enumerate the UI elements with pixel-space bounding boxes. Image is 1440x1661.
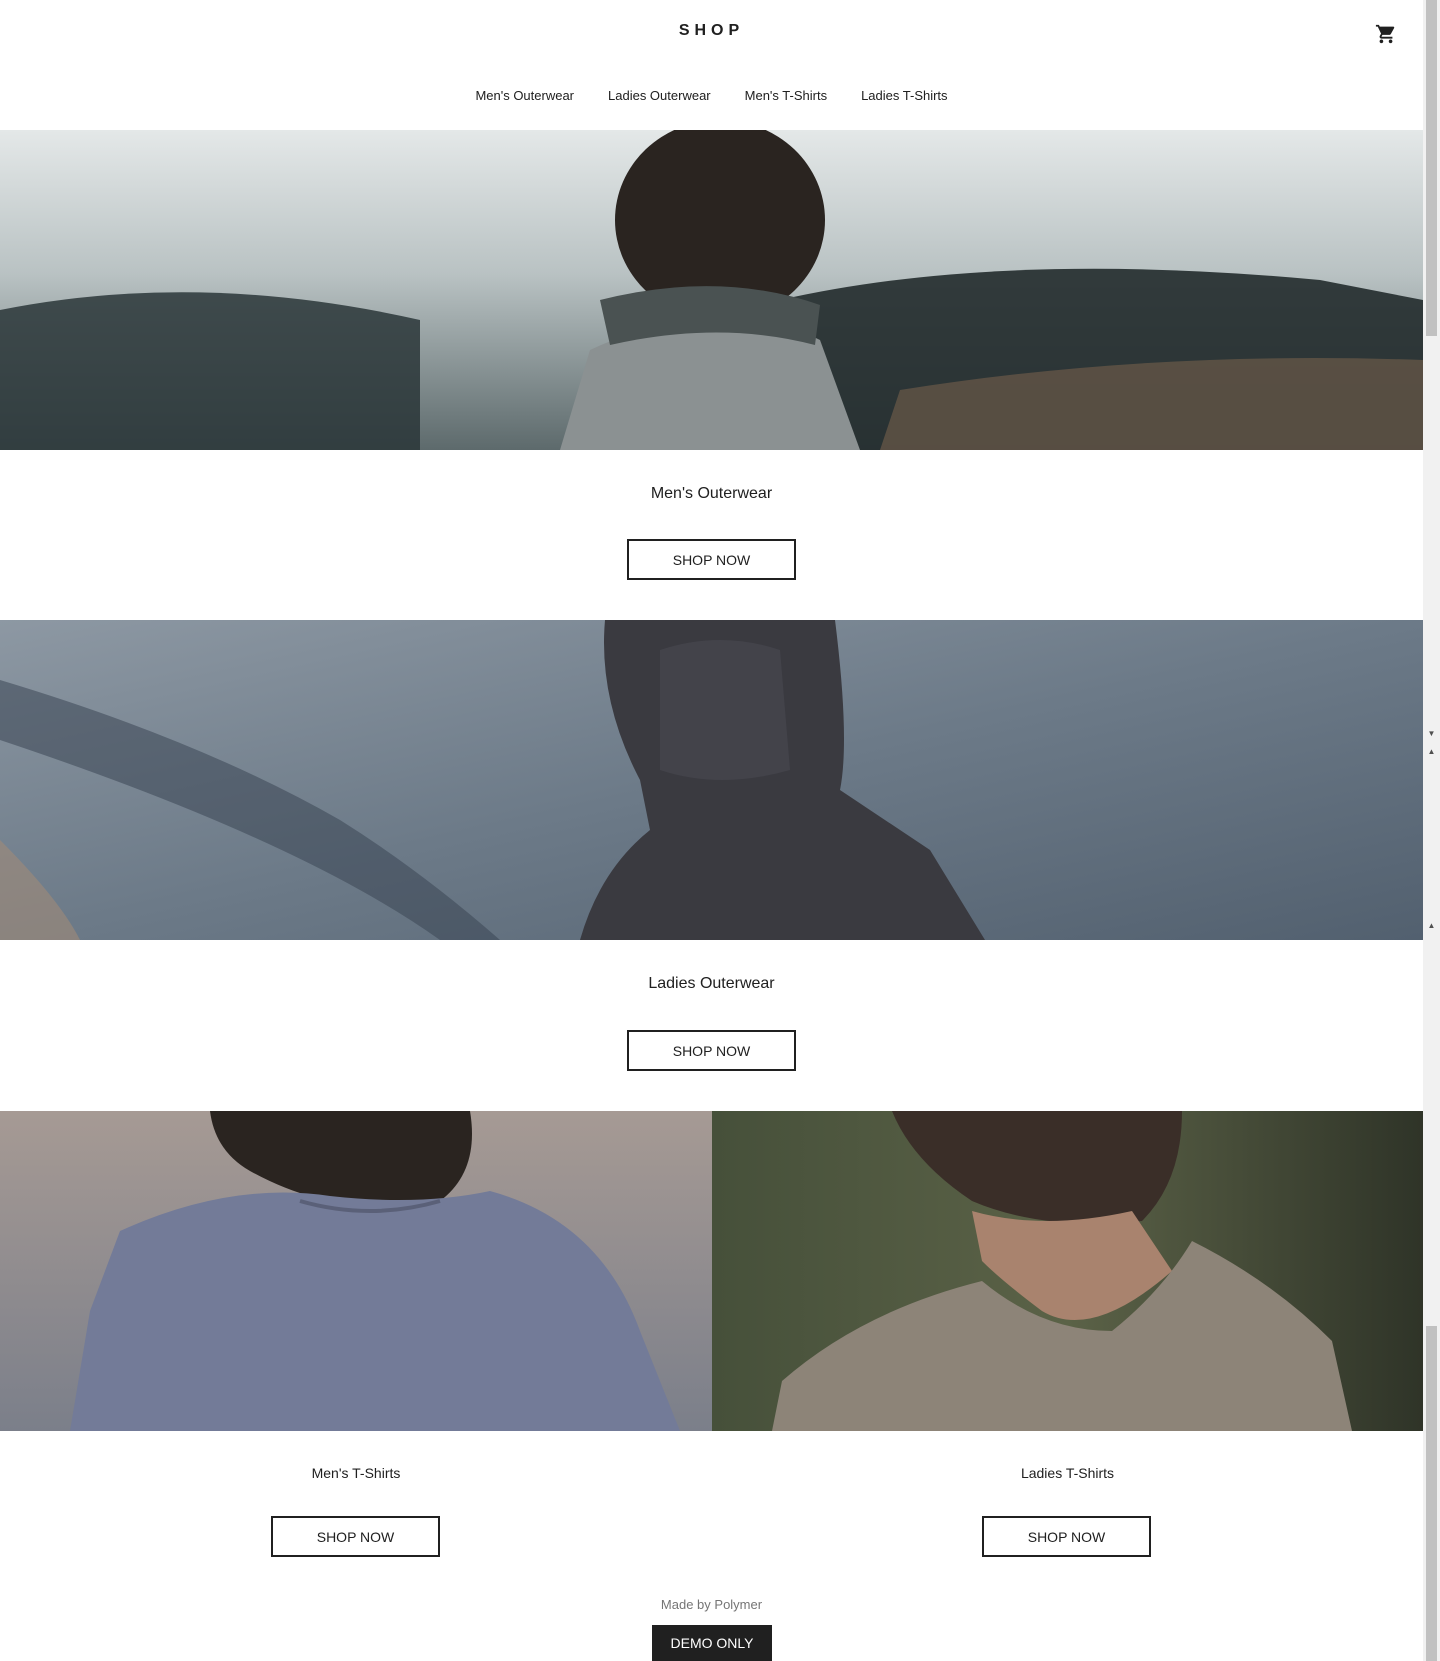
- ladies-tshirts-image[interactable]: [712, 1111, 1423, 1431]
- demo-only-badge: DEMO ONLY: [652, 1625, 772, 1661]
- ladies-outerwear-image[interactable]: [0, 620, 1423, 940]
- made-by-text[interactable]: Made by Polymer: [0, 1597, 1423, 1612]
- shop-now-button[interactable]: SHOP NOW: [982, 1516, 1151, 1557]
- cart-icon: [1375, 24, 1395, 44]
- shop-home-page: SHOP Men's Outerwear Ladies Outerwear Me…: [0, 0, 1423, 1661]
- mens-tshirts-image[interactable]: [0, 1111, 712, 1431]
- section-title: Ladies Outerwear: [648, 975, 775, 992]
- section-title: Men's T-Shirts: [311, 1465, 401, 1481]
- section-title: Ladies T-Shirts: [1020, 1465, 1115, 1481]
- tab-mens-tshirts[interactable]: Men's T-Shirts: [745, 86, 827, 105]
- shop-now-button[interactable]: SHOP NOW: [627, 1030, 796, 1071]
- tab-ladies-tshirts[interactable]: Ladies T-Shirts: [861, 86, 947, 105]
- scroll-up-arrow-icon[interactable]: ▲: [1423, 744, 1440, 758]
- shop-logo[interactable]: SHOP: [0, 22, 1423, 40]
- category-tabs: Men's Outerwear Ladies Outerwear Men's T…: [0, 86, 1423, 105]
- page-scrollbar[interactable]: ▼ ▲ ▲: [1423, 0, 1440, 1661]
- shop-now-button[interactable]: SHOP NOW: [627, 539, 796, 580]
- mens-outerwear-image[interactable]: [0, 130, 1423, 450]
- tab-mens-outerwear[interactable]: Men's Outerwear: [475, 86, 574, 105]
- scroll-up-arrow-icon[interactable]: ▲: [1423, 918, 1440, 932]
- scroll-down-arrow-icon[interactable]: ▼: [1423, 726, 1440, 740]
- app-header: SHOP Men's Outerwear Ladies Outerwear Me…: [0, 0, 1423, 130]
- scroll-thumb[interactable]: [1426, 0, 1437, 336]
- cart-button[interactable]: [1370, 18, 1402, 50]
- scroll-thumb[interactable]: [1426, 1326, 1437, 1661]
- tab-ladies-outerwear[interactable]: Ladies Outerwear: [608, 86, 711, 105]
- shop-now-button[interactable]: SHOP NOW: [271, 1516, 440, 1557]
- section-title: Men's Outerwear: [650, 485, 773, 502]
